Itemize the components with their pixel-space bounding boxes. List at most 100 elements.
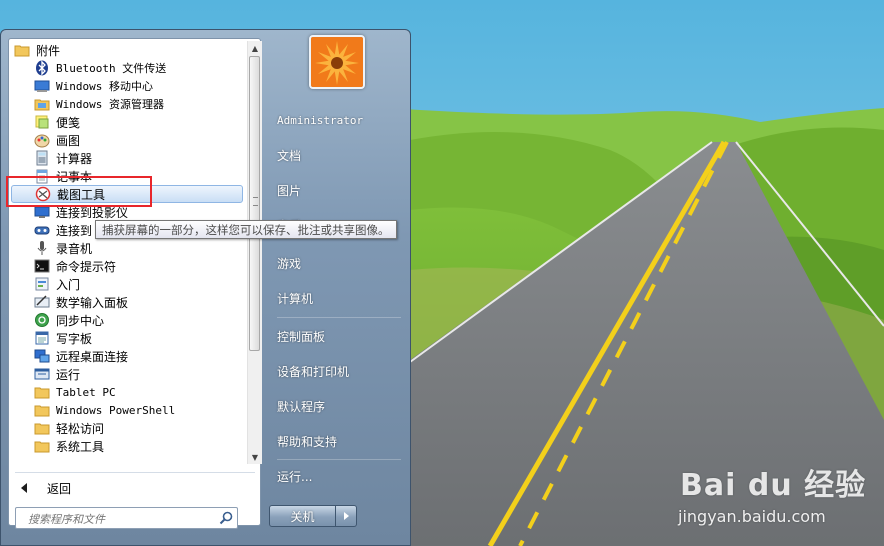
right-item-pictures[interactable]: 图片	[269, 176, 403, 204]
right-item-label: 游戏	[277, 256, 302, 271]
menu-item-sync-center[interactable]: 同步中心	[9, 311, 245, 329]
search-box[interactable]	[15, 507, 238, 529]
right-item-run[interactable]: 运行...	[269, 462, 403, 490]
right-item-computer[interactable]: 计算机	[269, 284, 403, 312]
menu-item-label: 便笺	[56, 115, 81, 130]
menu-item-label: 系统工具	[56, 439, 105, 454]
folder-icon	[34, 420, 50, 436]
menu-item-label: 连接到	[56, 223, 93, 238]
menu-item-mobility-center[interactable]: Windows 移动中心	[9, 77, 245, 95]
scrollbar-thumb[interactable]	[249, 56, 260, 351]
folder-accessories[interactable]: 附件	[9, 41, 245, 59]
folder-icon	[34, 384, 50, 400]
wordpad-icon	[34, 330, 50, 346]
menu-item-label: Windows 移动中心	[56, 80, 153, 93]
right-item-label: 控制面板	[277, 329, 326, 344]
menu-item-sound-recorder[interactable]: 录音机	[9, 239, 245, 257]
menu-item-label: 命令提示符	[56, 259, 117, 274]
right-item-label: 运行...	[277, 469, 313, 484]
program-list: 附件 Bluetooth 文件传送 Windows 移动中心 Windows 资…	[9, 39, 247, 467]
right-item-label: 图片	[277, 183, 302, 198]
right-item-label: 计算机	[277, 291, 314, 306]
menu-item-label: 远程桌面连接	[56, 349, 129, 364]
menu-item-label: 录音机	[56, 241, 93, 256]
menu-item-label: 画图	[56, 133, 81, 148]
right-item-control-panel[interactable]: 控制面板	[269, 322, 403, 350]
menu-item-label: 同步中心	[56, 313, 105, 328]
menu-item-wordpad[interactable]: 写字板	[9, 329, 245, 347]
right-item-label: 文档	[277, 148, 302, 163]
search-icon[interactable]	[218, 510, 234, 526]
menu-item-label: 运行	[56, 367, 81, 382]
menu-item-bluetooth[interactable]: Bluetooth 文件传送	[9, 59, 245, 77]
menu-item-label: 轻松访问	[56, 421, 105, 436]
back-button[interactable]: 返回	[13, 477, 249, 499]
shutdown-options-arrow-icon[interactable]	[336, 505, 357, 527]
back-arrow-icon	[21, 483, 27, 493]
watermark-logo: Bai du 经验	[680, 468, 867, 503]
calculator-icon	[34, 150, 50, 166]
remote-desktop-icon	[34, 348, 50, 364]
right-item-games[interactable]: 游戏	[269, 249, 403, 277]
remote-connect-icon	[34, 222, 50, 238]
menu-item-label: Windows PowerShell	[56, 403, 176, 417]
menu-item-label: Tablet PC	[56, 385, 116, 399]
menu-item-run[interactable]: 运行	[9, 365, 245, 383]
shutdown-button[interactable]: 关机	[269, 505, 336, 527]
right-item-label: 设备和打印机	[277, 364, 350, 379]
menu-item-label: 计算器	[56, 151, 93, 166]
mobility-center-icon	[34, 78, 50, 94]
back-label: 返回	[47, 481, 72, 496]
right-item-documents[interactable]: 文档	[269, 141, 403, 169]
watermark-url: jingyan.baidu.com	[678, 507, 826, 526]
command-prompt-icon	[34, 258, 50, 274]
divider	[277, 459, 401, 460]
search-input[interactable]	[26, 509, 220, 529]
menu-item-sticky-notes[interactable]: 便笺	[9, 113, 245, 131]
paint-icon	[34, 132, 50, 148]
tooltip: 捕获屏幕的一部分，这样您可以保存、批注或共享图像。	[95, 220, 397, 239]
right-item-devices-printers[interactable]: 设备和打印机	[269, 357, 403, 385]
folder-system-tools[interactable]: 系统工具	[9, 437, 245, 455]
start-menu: 附件 Bluetooth 文件传送 Windows 移动中心 Windows 资…	[0, 29, 411, 546]
menu-item-label: 入门	[56, 277, 81, 292]
divider	[277, 317, 401, 318]
folder-tablet-pc[interactable]: Tablet PC	[9, 383, 245, 401]
folder-icon	[34, 438, 50, 454]
user-avatar[interactable]	[309, 35, 365, 89]
getting-started-icon	[34, 276, 50, 292]
folder-ease-of-access[interactable]: 轻松访问	[9, 419, 245, 437]
sticky-notes-icon	[34, 114, 50, 130]
menu-item-math-input[interactable]: 数学输入面板	[9, 293, 245, 311]
menu-item-command-prompt[interactable]: 命令提示符	[9, 257, 245, 275]
menu-item-label: 写字板	[56, 331, 93, 346]
bluetooth-icon	[34, 60, 50, 76]
menu-item-paint[interactable]: 画图	[9, 131, 245, 149]
menu-item-label: Bluetooth 文件传送	[56, 62, 167, 75]
right-item-administrator[interactable]: Administrator	[269, 106, 403, 134]
right-item-default-programs[interactable]: 默认程序	[269, 392, 403, 420]
menu-item-label: 数学输入面板	[56, 295, 129, 310]
menu-item-explorer[interactable]: Windows 资源管理器	[9, 95, 245, 113]
run-icon	[34, 366, 50, 382]
sync-center-icon	[34, 312, 50, 328]
right-item-label: 默认程序	[277, 399, 326, 414]
folder-icon	[34, 402, 50, 418]
menu-item-calculator[interactable]: 计算器	[9, 149, 245, 167]
folder-powershell[interactable]: Windows PowerShell	[9, 401, 245, 419]
shutdown-group: 关机	[269, 505, 357, 527]
menu-item-label: 附件	[36, 43, 61, 58]
menu-item-remote-desktop[interactable]: 远程桌面连接	[9, 347, 245, 365]
right-item-help-support[interactable]: 帮助和支持	[269, 427, 403, 455]
explorer-icon	[34, 96, 50, 112]
scroll-up-arrow-icon[interactable]: ▲	[248, 41, 262, 55]
program-list-scrollbar[interactable]: ▲ ▼	[247, 41, 262, 464]
math-input-icon	[34, 294, 50, 310]
menu-item-getting-started[interactable]: 入门	[9, 275, 245, 293]
sound-recorder-icon	[34, 240, 50, 256]
menu-item-label: Windows 资源管理器	[56, 98, 164, 111]
folder-icon	[14, 42, 30, 58]
annotation-highlight-box	[6, 176, 152, 207]
scroll-down-arrow-icon[interactable]: ▼	[248, 450, 262, 464]
right-item-label: Administrator	[277, 113, 364, 127]
